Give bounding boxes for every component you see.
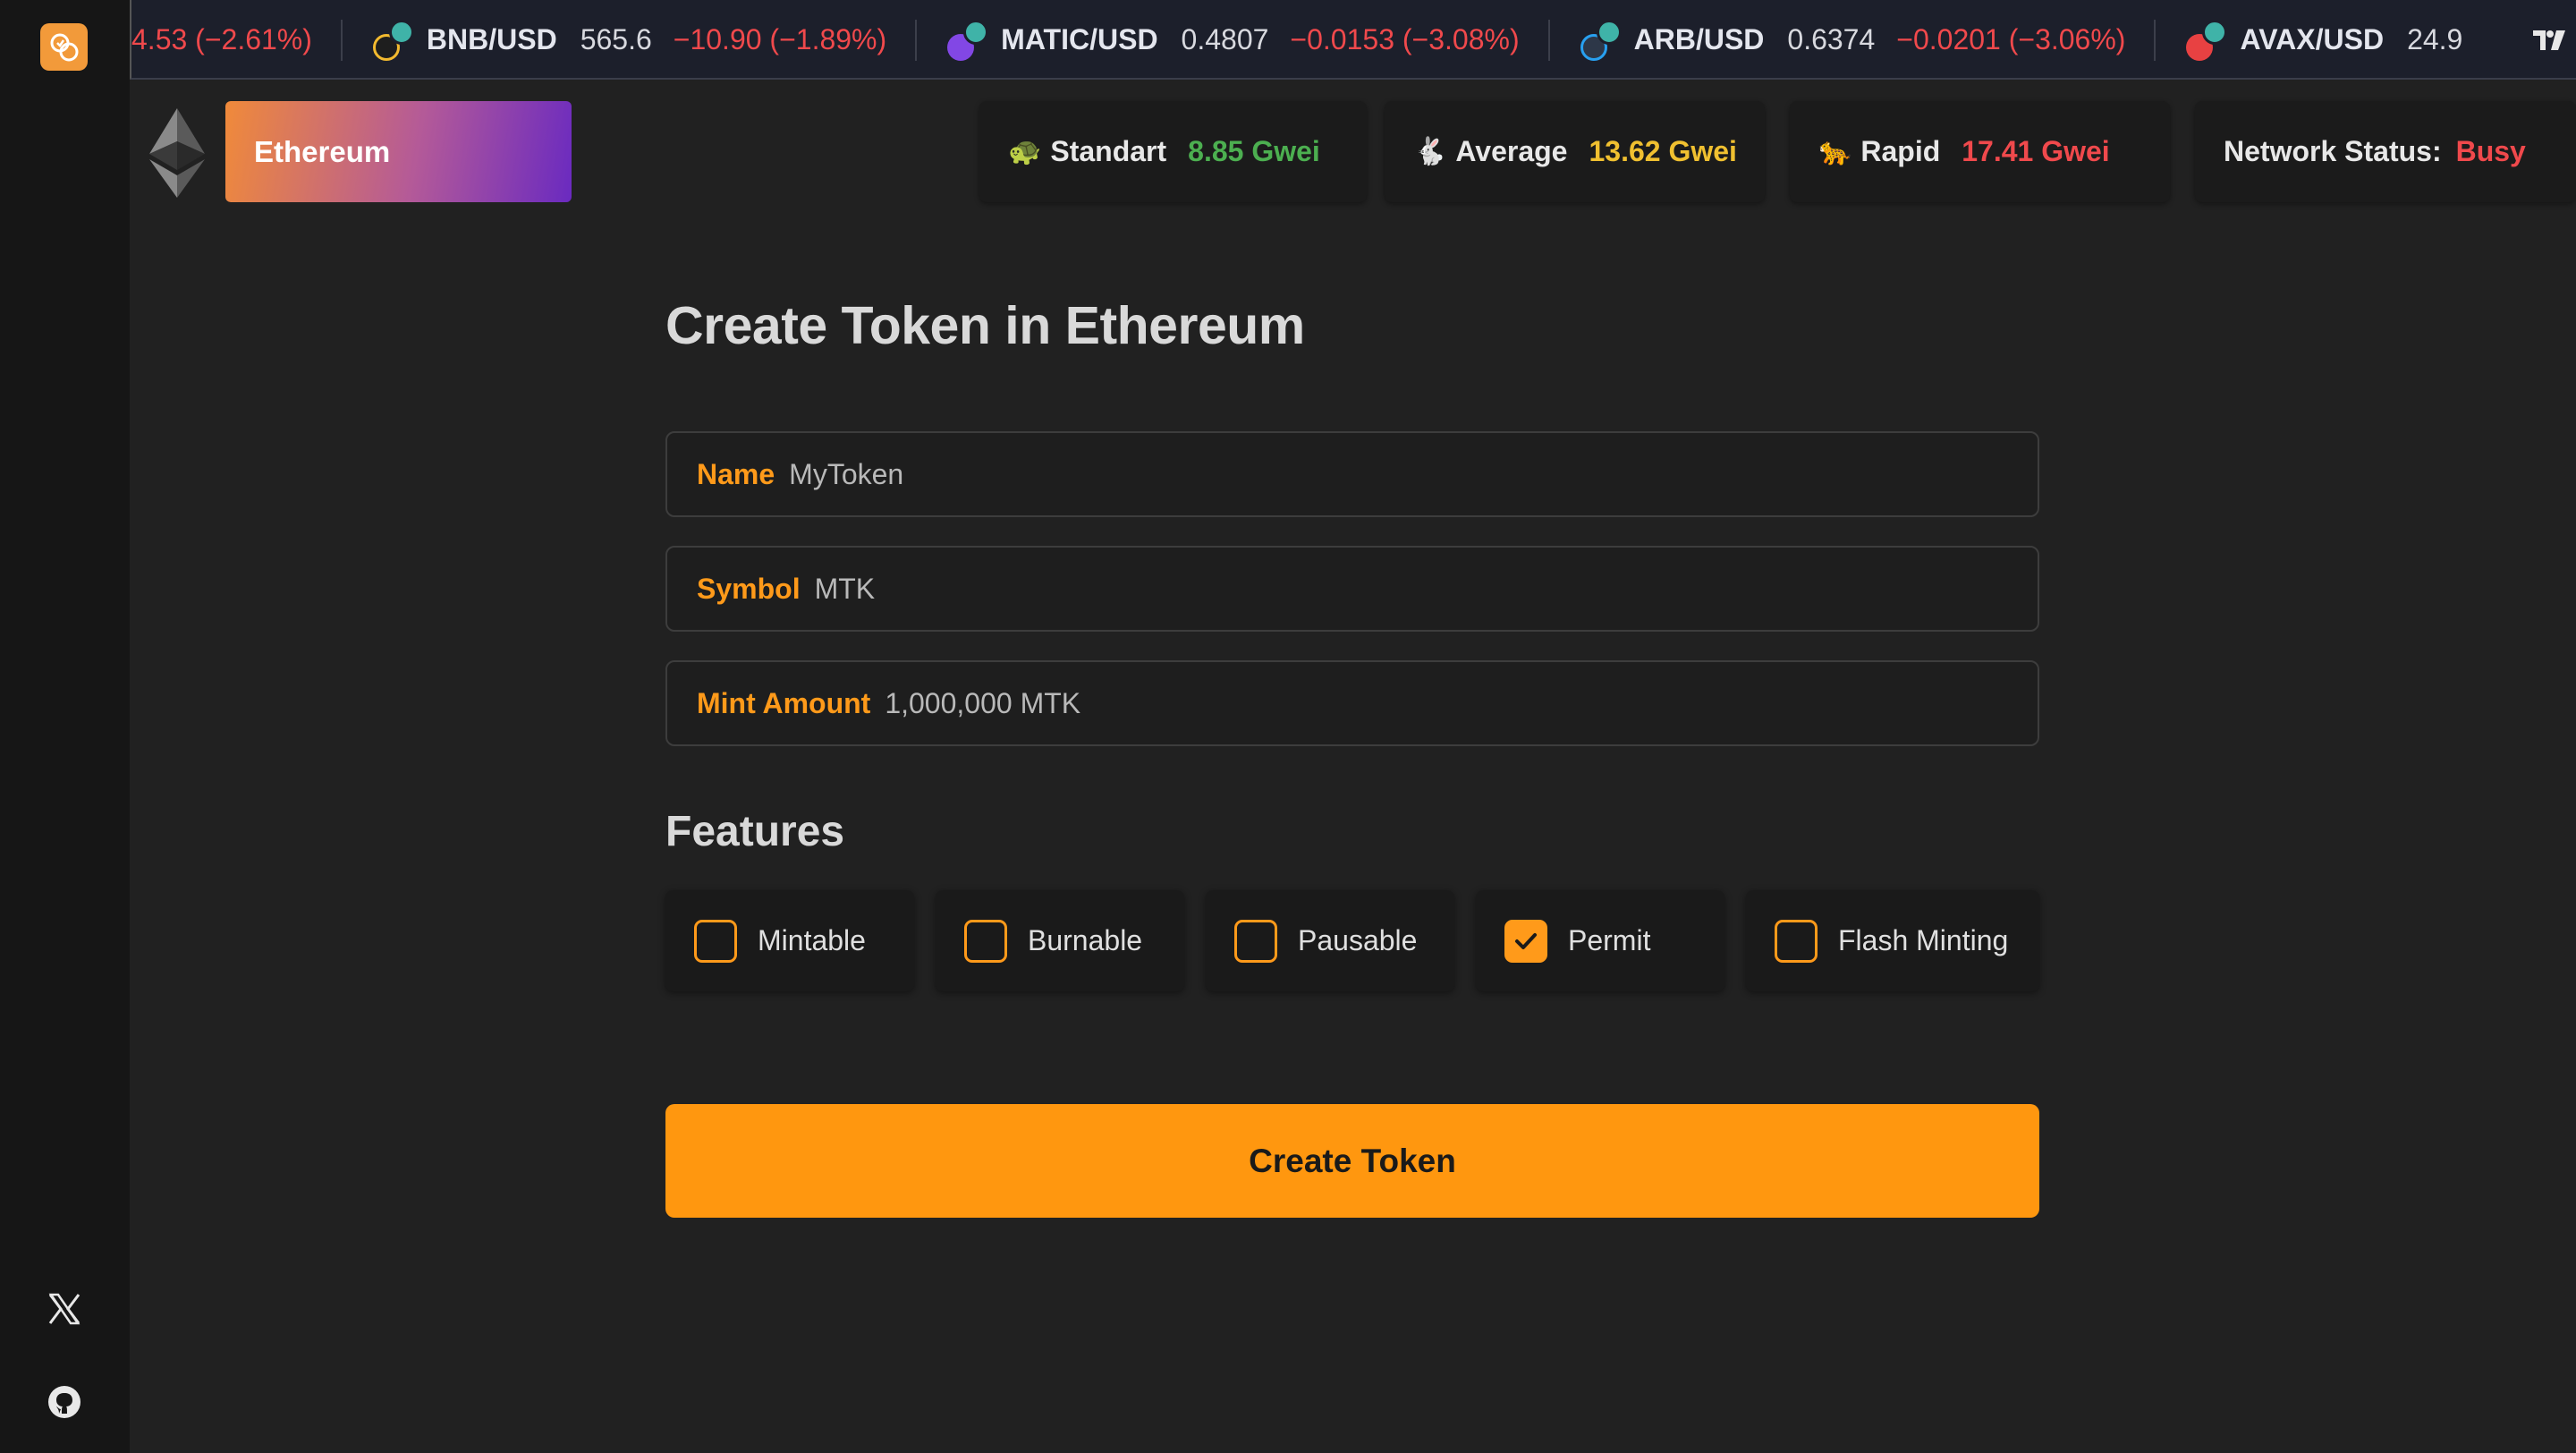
gas-rapid-card: 🐆 Rapid 17.41 Gwei	[1790, 101, 2170, 202]
gas-value: 17.41 Gwei	[1962, 135, 2110, 167]
burnable-checkbox[interactable]	[964, 919, 1007, 963]
feature-permit[interactable]: Permit	[1476, 890, 1724, 991]
create-token-form: Create Token in Ethereum Name Symbol Min…	[665, 295, 2039, 1218]
github-icon[interactable]	[45, 1382, 84, 1422]
ticker-change: −10.90 (−1.89%)	[673, 23, 887, 55]
ticker-change: −0.0201 (−3.06%)	[1896, 23, 2126, 55]
ticker-price: 0.4807	[1181, 23, 1269, 55]
rabbit-icon: 🐇	[1413, 137, 1447, 166]
app-logo-icon[interactable]	[40, 23, 88, 71]
gas-value: 8.85 Gwei	[1188, 135, 1320, 167]
x-twitter-icon[interactable]	[45, 1289, 84, 1329]
gas-standard-card: 🐢 Standart 8.85 Gwei	[979, 101, 1367, 202]
ticker-item[interactable]: ARB/USD 0.6374 −0.0201 (−3.06%)	[1550, 0, 2155, 78]
feature-pausable[interactable]: Pausable	[1206, 890, 1454, 991]
network-selector-button[interactable]: Ethereum	[225, 101, 572, 202]
name-input[interactable]	[789, 457, 2038, 491]
gas-label: Average	[1455, 135, 1568, 167]
mintable-checkbox[interactable]	[694, 919, 737, 963]
mint-amount-field[interactable]: Mint Amount	[665, 660, 2039, 746]
gas-average-card: 🐇 Average 13.62 Gwei	[1385, 101, 1765, 202]
network-status-card: Network Status: Busy	[2195, 101, 2576, 202]
price-ticker: 4.53 (−2.61%) BNB/USD 565.6 −10.90 (−1.8…	[130, 0, 2576, 80]
feature-label: Pausable	[1298, 924, 1418, 956]
symbol-label: Symbol	[697, 572, 801, 605]
feature-flash-minting[interactable]: Flash Minting	[1746, 890, 2039, 991]
gas-label: Rapid	[1860, 135, 1941, 167]
ticker-change: 4.53 (−2.61%)	[131, 23, 312, 55]
name-field[interactable]: Name	[665, 431, 2039, 517]
page-title: Create Token in Ethereum	[665, 296, 1305, 355]
leopard-icon: 🐆	[1818, 137, 1852, 166]
ticker-price: 24.9	[2407, 23, 2463, 55]
network-status-value: Busy	[2455, 135, 2526, 167]
network-status-label: Network Status:	[2224, 135, 2442, 167]
ticker-price: 0.6374	[1787, 23, 1876, 55]
ticker-symbol: MATIC/USD	[1001, 23, 1158, 55]
mint-amount-label: Mint Amount	[697, 686, 871, 719]
feature-label: Mintable	[758, 924, 866, 956]
tradingview-logo-icon[interactable]	[2522, 0, 2576, 78]
bnb-coin-icon	[372, 19, 414, 61]
features-title: Features	[665, 808, 845, 855]
gas-value: 13.62 Gwei	[1589, 135, 1737, 167]
ticker-item[interactable]: AVAX/USD 24.9	[2156, 0, 2512, 78]
flash-minting-checkbox[interactable]	[1775, 919, 1818, 963]
symbol-input[interactable]	[814, 572, 2038, 606]
checkmark-icon	[1515, 932, 1537, 949]
gas-label: Standart	[1050, 135, 1167, 167]
turtle-icon: 🐢	[1008, 137, 1042, 166]
arb-coin-icon	[1580, 19, 1622, 61]
ticker-symbol: BNB/USD	[426, 23, 557, 55]
feature-burnable[interactable]: Burnable	[936, 890, 1184, 991]
ticker-item[interactable]: MATIC/USD 0.4807 −0.0153 (−3.08%)	[917, 0, 1547, 78]
ticker-symbol: AVAX/USD	[2240, 23, 2385, 55]
ticker-change: −0.0153 (−3.08%)	[1290, 23, 1520, 55]
header: Ethereum 🐢 Standart 8.85 Gwei 🐇 Average …	[130, 80, 2576, 223]
mint-amount-input[interactable]	[885, 686, 2038, 720]
symbol-field[interactable]: Symbol	[665, 546, 2039, 632]
ticker-price: 565.6	[580, 23, 652, 55]
avax-coin-icon	[2186, 19, 2228, 61]
feature-label: Burnable	[1028, 924, 1143, 956]
ticker-track: 4.53 (−2.61%) BNB/USD 565.6 −10.90 (−1.8…	[131, 0, 2512, 78]
matic-coin-icon	[947, 19, 989, 61]
feature-mintable[interactable]: Mintable	[665, 890, 914, 991]
pausable-checkbox[interactable]	[1234, 919, 1277, 963]
ticker-item[interactable]: BNB/USD 565.6 −10.90 (−1.89%)	[343, 0, 915, 78]
feature-label: Flash Minting	[1838, 924, 2009, 956]
ticker-symbol: ARB/USD	[1633, 23, 1765, 55]
permit-checkbox[interactable]	[1504, 919, 1547, 963]
create-token-button[interactable]: Create Token	[665, 1104, 2039, 1218]
feature-label: Permit	[1568, 924, 1651, 956]
sidebar	[0, 0, 130, 1453]
ticker-item[interactable]: 4.53 (−2.61%)	[131, 0, 341, 78]
ethereum-logo-icon	[149, 108, 205, 198]
name-label: Name	[697, 457, 775, 490]
